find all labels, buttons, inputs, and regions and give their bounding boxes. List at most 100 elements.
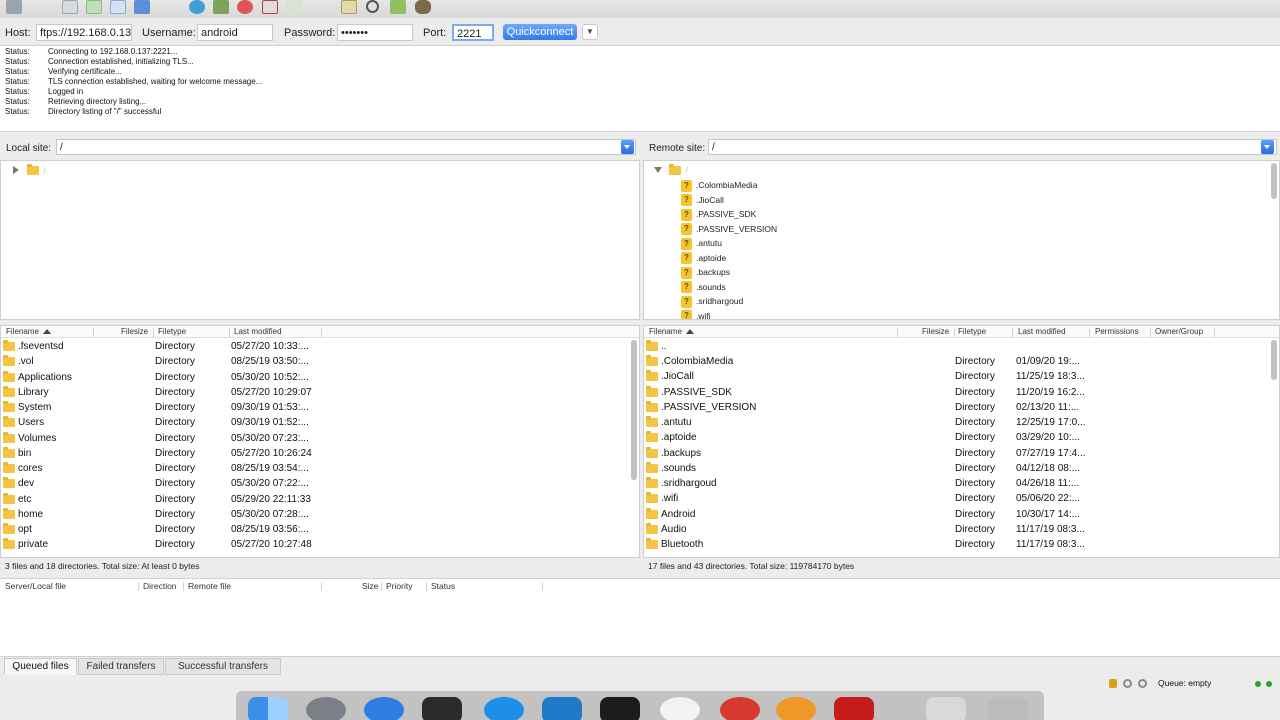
queue-col-priority[interactable]: Priority [386, 581, 412, 591]
local-file-row[interactable]: cores Directory 08/25/19 03:54:... [1, 461, 639, 476]
search-icon[interactable] [366, 0, 379, 13]
local-col-modified[interactable]: Last modified [234, 327, 282, 336]
remote-tree-item[interactable]: ? .antutu [681, 236, 722, 250]
remote-tree-root[interactable]: / [669, 163, 688, 177]
reconnect-icon[interactable] [286, 0, 302, 14]
host-input[interactable]: ftps://192.168.0.137 [36, 24, 132, 41]
local-file-row[interactable]: private Directory 05/27/20 10:27:48 [1, 537, 639, 552]
process-queue-icon[interactable] [213, 0, 229, 14]
cancel-icon[interactable] [237, 0, 253, 14]
remote-tree-icon[interactable] [110, 0, 126, 14]
username-input[interactable]: android [197, 24, 273, 41]
remote-tree-item[interactable]: ? .aptoide [681, 251, 726, 265]
site-manager-icon[interactable] [6, 0, 22, 14]
remote-col-permissions[interactable]: Permissions [1095, 327, 1139, 336]
remote-tree-item[interactable]: ? .wifi [681, 309, 711, 319]
collapse-arrow-icon[interactable] [654, 167, 662, 173]
transfer-queue[interactable]: Server/Local file Direction Remote file … [0, 578, 1280, 657]
expand-arrow-icon[interactable] [13, 166, 19, 174]
local-file-row[interactable]: opt Directory 08/25/19 03:56:... [1, 522, 639, 537]
remote-file-row[interactable]: .antutu Directory 12/25/19 17:0... [644, 415, 1279, 430]
remote-file-row[interactable]: .aptoide Directory 03/29/20 10:... [644, 430, 1279, 445]
remote-file-row[interactable]: .backups Directory 07/27/19 17:4... [644, 446, 1279, 461]
tab-queued-files[interactable]: Queued files [4, 658, 77, 675]
remote-col-filesize[interactable]: Filesize [922, 327, 949, 336]
local-tree-root[interactable]: / [27, 163, 46, 177]
local-file-list[interactable]: Filename Filesize Filetype Last modified… [0, 325, 640, 558]
slack-icon[interactable] [660, 697, 700, 720]
remote-tree-item[interactable]: ? .sounds [681, 280, 726, 294]
local-file-row[interactable]: home Directory 05/30/20 07:28:... [1, 507, 639, 522]
remote-site-path-input[interactable]: / [708, 139, 1277, 155]
remote-col-modified[interactable]: Last modified [1018, 327, 1066, 336]
remote-file-row[interactable]: .sounds Directory 04/12/18 08:... [644, 461, 1279, 476]
queue-col-direction[interactable]: Direction [143, 581, 177, 591]
remote-file-row[interactable]: .JioCall Directory 11/25/19 18:3... [644, 369, 1279, 384]
queue-col-server-local[interactable]: Server/Local file [5, 581, 66, 591]
speed-limit-icon[interactable] [1138, 679, 1147, 688]
local-file-row[interactable]: Library Directory 05/27/20 10:29:07 [1, 385, 639, 400]
remote-file-row[interactable]: .ColombiaMedia Directory 01/09/20 19:... [644, 354, 1279, 369]
message-log-icon[interactable] [62, 0, 78, 14]
transfer-queue-icon[interactable] [134, 0, 150, 14]
terminal-dollar-icon[interactable] [422, 697, 462, 720]
local-site-path-input[interactable]: / [56, 139, 636, 155]
queue-col-remote-file[interactable]: Remote file [188, 581, 231, 591]
finder-icon[interactable] [248, 697, 288, 720]
remote-file-row[interactable]: .PASSIVE_VERSION Directory 02/13/20 11:... [644, 400, 1279, 415]
local-file-row[interactable]: bin Directory 05/27/20 10:26:24 [1, 446, 639, 461]
local-file-row[interactable]: etc Directory 05/29/20 22:11:33 [1, 492, 639, 507]
local-file-row[interactable]: Volumes Directory 05/30/20 07:23:... [1, 431, 639, 446]
filezilla-icon[interactable] [834, 697, 874, 720]
remote-tree-item[interactable]: ? .sridhargoud [681, 294, 743, 308]
remote-col-filetype[interactable]: Filetype [958, 327, 986, 336]
preview-icon[interactable] [926, 697, 966, 720]
tab-successful-transfers[interactable]: Successful transfers [165, 658, 281, 675]
find-files-icon[interactable] [415, 0, 431, 14]
sync-browse-icon[interactable] [390, 0, 406, 14]
port-input[interactable]: 2221 [452, 24, 494, 41]
remote-file-row[interactable]: .sridhargoud Directory 04/26/18 11:... [644, 476, 1279, 491]
remote-file-row[interactable]: .wifi Directory 05/06/20 22:... [644, 491, 1279, 506]
remote-file-row[interactable]: Bluetooth Directory 11/17/19 08:3... [644, 537, 1279, 552]
trash-icon[interactable] [988, 697, 1028, 720]
quickconnect-history-dropdown[interactable]: ▼ [582, 24, 598, 40]
remote-parent-row[interactable]: .. [644, 339, 1279, 354]
remote-tree-item[interactable]: ? .JioCall [681, 193, 724, 207]
remote-tree-item[interactable]: ? .backups [681, 265, 730, 279]
queue-col-status[interactable]: Status [431, 581, 455, 591]
remote-file-list[interactable]: Filename Filesize Filetype Last modified… [643, 325, 1280, 558]
remote-tree-item[interactable]: ? .ColombiaMedia [681, 178, 757, 192]
queue-col-size[interactable]: Size [362, 581, 379, 591]
local-file-row[interactable]: .fseventsd Directory 05/27/20 10:33:... [1, 339, 639, 354]
local-col-filesize[interactable]: Filesize [121, 327, 148, 336]
local-file-row[interactable]: Users Directory 09/30/19 01:52:... [1, 415, 639, 430]
remote-file-row[interactable]: Android Directory 10/30/17 14:... [644, 507, 1279, 522]
firefox-icon[interactable] [776, 697, 816, 720]
local-file-row[interactable]: .vol Directory 08/25/19 03:50:... [1, 354, 639, 369]
remote-directory-tree[interactable]: / ? .ColombiaMedia? .JioCall? .PASSIVE_SDK?… [643, 160, 1280, 320]
launchpad-icon[interactable] [306, 697, 346, 720]
xcode-icon[interactable] [484, 697, 524, 720]
remote-site-dropdown[interactable] [1261, 140, 1274, 154]
remote-tree-item[interactable]: ? .PASSIVE_SDK [681, 207, 756, 221]
remote-tree-scrollbar[interactable] [1271, 163, 1277, 199]
remote-file-row[interactable]: .PASSIVE_SDK Directory 11/20/19 16:2... [644, 385, 1279, 400]
local-col-filename[interactable]: Filename [6, 327, 51, 336]
chrome-icon[interactable] [720, 697, 760, 720]
remote-col-filename[interactable]: Filename [649, 327, 694, 336]
local-tree-icon[interactable] [86, 0, 102, 14]
message-log[interactable]: Status: Connecting to 192.168.0.137:2221.… [0, 45, 1280, 132]
disconnect-icon[interactable] [262, 0, 278, 14]
local-col-filetype[interactable]: Filetype [158, 327, 186, 336]
refresh-icon[interactable] [189, 0, 205, 14]
local-file-row[interactable]: Applications Directory 05/30/20 10:52:... [1, 370, 639, 385]
remote-tree-item[interactable]: ? .PASSIVE_VERSION [681, 222, 777, 236]
safari-icon[interactable] [364, 697, 404, 720]
directory-compare-icon[interactable] [341, 0, 357, 14]
quickconnect-button[interactable]: Quickconnect [503, 24, 577, 40]
vscode-icon[interactable] [542, 697, 582, 720]
local-directory-tree[interactable]: / [0, 160, 640, 320]
remote-col-owner[interactable]: Owner/Group [1155, 327, 1203, 336]
remote-file-row[interactable]: Audio Directory 11/17/19 08:3... [644, 522, 1279, 537]
